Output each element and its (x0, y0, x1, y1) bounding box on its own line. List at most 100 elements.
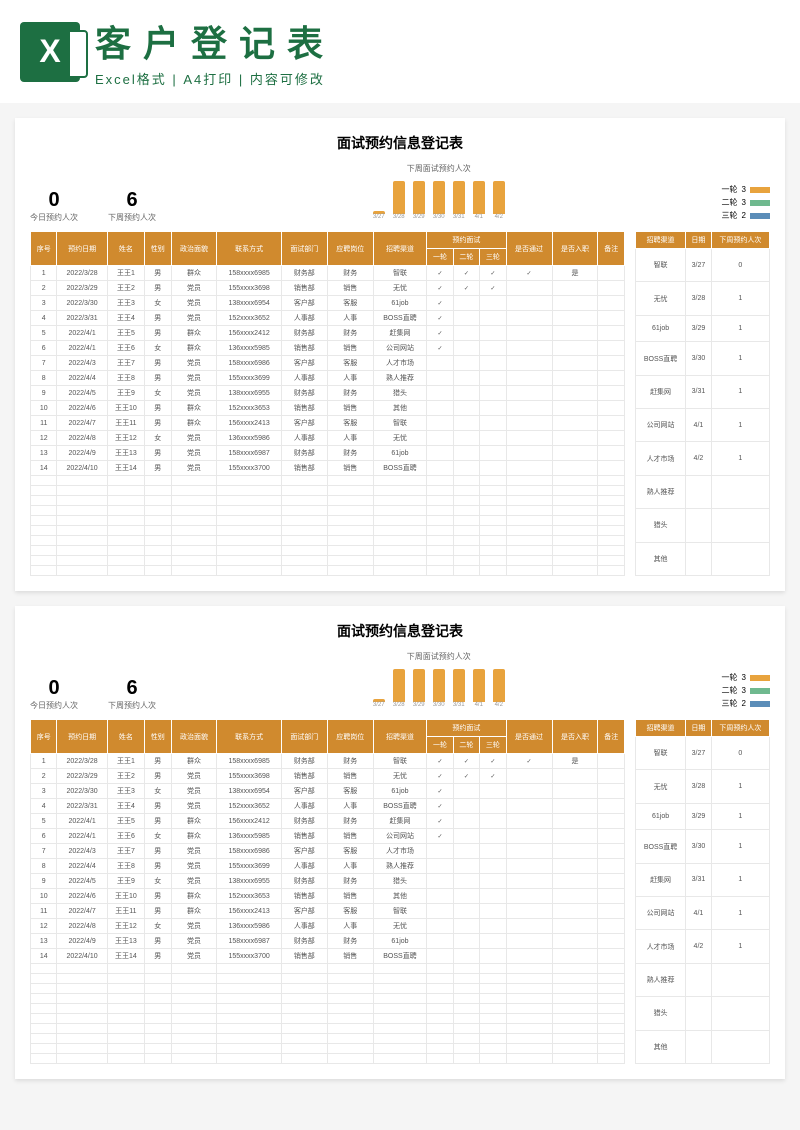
bar-label: 3/29 (413, 702, 425, 708)
side-row: 猎头 (636, 997, 770, 1030)
side-row: 人才市场4/21 (636, 442, 770, 475)
stat-today: 0 今日预约人次 (30, 189, 78, 223)
legend-item: 二轮3 (722, 197, 770, 208)
table-row: 102022/4/6王王10男群众 152xxxx3653销售部销售其他 (31, 401, 625, 416)
sheet-page: 面试预约信息登记表 0 今日预约人次 6 下周预约人次 下周面试预约人次 3/2… (15, 606, 785, 1079)
table-row (31, 974, 625, 984)
side-row: 61job3/291 (636, 803, 770, 830)
side-row: 公司网站4/11 (636, 897, 770, 930)
table-row (31, 536, 625, 546)
bar-label: 4/2 (493, 702, 505, 708)
legend-item: 二轮3 (722, 685, 770, 696)
table-row (31, 526, 625, 536)
legend-item: 三轮2 (722, 210, 770, 221)
chart-legend: 一轮3 二轮3 三轮2 (722, 182, 770, 223)
stat-num: 0 (30, 189, 78, 212)
legend-item: 一轮3 (722, 672, 770, 683)
table-row (31, 984, 625, 994)
chart-bar (393, 669, 405, 702)
table-row (31, 486, 625, 496)
bar-label: 3/31 (453, 702, 465, 708)
table-row (31, 994, 625, 1004)
table-row: 12022/3/28王王1男群众 158xxxx6985财务部财务智联 ✓✓✓ … (31, 754, 625, 769)
table-row: 142022/4/10王王14男党员 155xxxx3700销售部销售BOSS直… (31, 949, 625, 964)
chart-bar (493, 669, 505, 702)
sub-title: Excel格式 | A4打印 | 内容可修改 (95, 69, 780, 88)
stat-week: 6 下周预约人次 (108, 677, 156, 711)
chart-bar (433, 181, 445, 214)
top-section: 0 今日预约人次 6 下周预约人次 下周面试预约人次 3/27 3/28 3/29 3… (30, 163, 770, 223)
side-row: 其他 (636, 542, 770, 575)
table-row (31, 1024, 625, 1034)
main-table: 序号预约日期姓名 性别政治面貌联系方式 面试部门应聘岗位招聘渠道 预约面试 是否… (30, 231, 625, 576)
table-row: 42022/3/31王王4男党员 152xxxx3652人事部人事BOSS直聘 … (31, 799, 625, 814)
chart-title: 下周面试预约人次 (176, 163, 702, 174)
chart-legend: 一轮3 二轮3 三轮2 (722, 670, 770, 711)
table-row: 92022/4/5王王9女党员 138xxxx6955财务部财务猎头 (31, 874, 625, 889)
bar-label: 3/30 (433, 702, 445, 708)
bar-label: 3/29 (413, 214, 425, 220)
chart-title: 下周面试预约人次 (176, 651, 702, 662)
stat-num: 6 (108, 677, 156, 700)
bar-label: 3/27 (373, 214, 385, 220)
table-row: 132022/4/9王王13男党员 158xxxx6987财务部财务61job (31, 446, 625, 461)
big-title: 客户登记表 (95, 15, 780, 67)
stats-block: 0 今日预约人次 6 下周预约人次 (30, 677, 156, 711)
chart-bar (453, 669, 465, 702)
table-row: 22022/3/29王王2男党员 155xxxx3698销售部销售无忧 ✓✓✓ (31, 769, 625, 784)
table-row (31, 476, 625, 486)
excel-icon (20, 22, 80, 82)
table-row (31, 496, 625, 506)
side-row: 61job3/291 (636, 315, 770, 342)
table-row: 92022/4/5王王9女党员 138xxxx6955财务部财务猎头 (31, 386, 625, 401)
table-row (31, 1034, 625, 1044)
bar-label: 4/2 (493, 214, 505, 220)
bar-label: 3/31 (453, 214, 465, 220)
stat-label: 下周预约人次 (108, 212, 156, 223)
stats-block: 0 今日预约人次 6 下周预约人次 (30, 189, 156, 223)
tables-area: 序号预约日期姓名 性别政治面貌联系方式 面试部门应聘岗位招聘渠道 预约面试 是否… (30, 719, 770, 1064)
chart-bar (453, 181, 465, 214)
stat-today: 0 今日预约人次 (30, 677, 78, 711)
side-row: 其他 (636, 1030, 770, 1063)
chart-bar (473, 669, 485, 702)
side-row: 熟人推荐 (636, 963, 770, 996)
side-row: 赶集网3/311 (636, 863, 770, 896)
chart-bar (493, 181, 505, 214)
table-row: 62022/4/1王王6女群众 136xxxx5985销售部销售公司网站 ✓ (31, 829, 625, 844)
chart-bar (413, 181, 425, 214)
side-table: 招聘渠道日期下周预约人次 智联3/270无忧3/28161job3/291BOS… (635, 231, 770, 576)
side-row: 无忧3/281 (636, 282, 770, 315)
table-row: 142022/4/10王王14男党员 155xxxx3700销售部销售BOSS直… (31, 461, 625, 476)
side-row: BOSS直聘3/301 (636, 830, 770, 863)
table-row: 82022/4/4王王8男党员 155xxxx3699人事部人事熟人推荐 (31, 371, 625, 386)
table-row: 122022/4/8王王12女党员 136xxxx5986人事部人事无忧 (31, 919, 625, 934)
table-row: 62022/4/1王王6女群众 136xxxx5985销售部销售公司网站 ✓ (31, 341, 625, 356)
sheet-title: 面试预约信息登记表 (30, 133, 770, 153)
table-row (31, 1044, 625, 1054)
table-row: 12022/3/28王王1男群众 158xxxx6985财务部财务智联 ✓✓✓ … (31, 266, 625, 281)
bar-label: 3/28 (393, 702, 405, 708)
side-row: 无忧3/281 (636, 770, 770, 803)
table-row (31, 1054, 625, 1064)
legend-item: 一轮3 (722, 184, 770, 195)
stat-label: 今日预约人次 (30, 700, 78, 711)
table-row (31, 1004, 625, 1014)
stat-num: 0 (30, 677, 78, 700)
bar-chart: 下周面试预约人次 3/273/283/293/303/314/14/2 (176, 651, 702, 711)
side-row: BOSS直聘3/301 (636, 342, 770, 375)
table-row: 132022/4/9王王13男党员 158xxxx6987财务部财务61job (31, 934, 625, 949)
sheet-page: 面试预约信息登记表 0 今日预约人次 6 下周预约人次 下周面试预约人次 3/2… (15, 118, 785, 591)
side-row: 猎头 (636, 509, 770, 542)
side-row: 智联3/270 (636, 249, 770, 282)
table-row (31, 556, 625, 566)
bar-chart: 下周面试预约人次 3/273/283/293/303/314/14/2 (176, 163, 702, 223)
chart-bar (413, 669, 425, 702)
table-row: 82022/4/4王王8男党员 155xxxx3699人事部人事熟人推荐 (31, 859, 625, 874)
table-row (31, 1014, 625, 1024)
bar-label: 3/28 (393, 214, 405, 220)
table-row (31, 546, 625, 556)
stat-num: 6 (108, 189, 156, 212)
legend-item: 三轮2 (722, 698, 770, 709)
side-row: 熟人推荐 (636, 475, 770, 508)
